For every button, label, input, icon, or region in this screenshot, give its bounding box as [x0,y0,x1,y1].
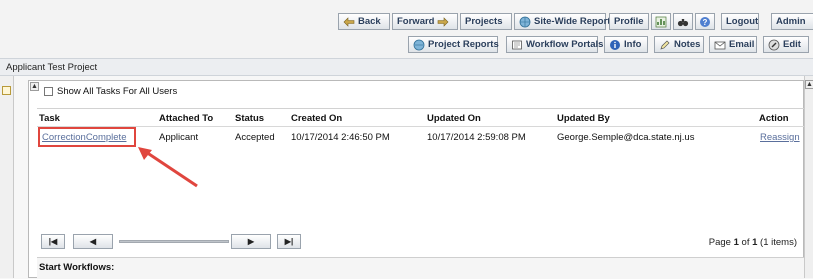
show-all-checkbox[interactable] [44,87,53,96]
task-highlight-box [38,127,136,147]
projects-button[interactable]: Projects [460,13,512,30]
start-workflows-label: Start Workflows: [39,262,115,273]
col-header-created-on[interactable]: Created On [291,113,342,124]
notes-label: Notes [674,39,701,50]
logout-button[interactable]: Logout [721,13,759,30]
next-page-glyph: ▶ [247,237,255,246]
start-workflows-section: Start Workflows: [37,257,805,279]
globe-icon [519,16,531,28]
info-label: Info [624,39,642,50]
binoculars-icon [677,16,689,28]
grid-header-row: Task Attached To Status Created On Updat… [37,109,805,127]
project-reports-label: Project Reports [428,39,499,50]
right-scrollbar[interactable]: ▲ [804,76,813,278]
back-label: Back [358,16,381,27]
updated-on-cell: 10/17/2014 2:59:08 PM [427,132,526,143]
chart-icon [655,16,667,28]
annotation-arrow-icon [138,147,198,188]
back-button[interactable]: Back [338,13,390,30]
prev-page-glyph: ◀ [89,237,97,246]
email-button[interactable]: Email [709,36,757,53]
report-icon [413,39,425,51]
collapse-toggle[interactable] [2,86,11,95]
back-arrow-icon [343,16,355,28]
left-gutter [0,76,14,278]
project-title: Applicant Test Project [6,62,98,73]
pager: |◀ ◀ ▶ ▶| Page 1 of 1 (1 items) [41,231,801,255]
svg-text:?: ? [703,18,708,27]
right-scroll-up-button[interactable]: ▲ [805,80,813,89]
tasks-panel: ▲ Show All Tasks For All Users Task Atta… [28,80,805,279]
project-reports-button[interactable]: Project Reports [408,36,499,53]
email-icon [714,39,726,51]
projects-label: Projects [465,16,503,27]
notes-icon [659,39,671,51]
workflow-portals-label: Workflow Portals [526,39,604,50]
last-page-button[interactable]: ▶| [277,234,301,249]
tasks-grid: Task Attached To Status Created On Updat… [37,108,805,232]
page-prefix: Page [708,237,734,248]
last-page-glyph: ▶| [284,237,294,246]
col-header-updated-on[interactable]: Updated On [427,113,481,124]
col-header-action[interactable]: Action [759,113,789,124]
col-header-attached-to[interactable]: Attached To [159,113,213,124]
info-button[interactable]: Info [604,36,648,53]
forward-button[interactable]: Forward [392,13,458,30]
page-slider[interactable] [119,240,229,243]
edit-icon [768,39,780,51]
info-icon [609,39,621,51]
show-all-label: Show All Tasks For All Users [57,86,178,97]
top-toolbar: Back Forward Projects Site-Wide Reports … [0,0,813,58]
next-page-button[interactable]: ▶ [231,234,271,249]
edit-button[interactable]: Edit [763,36,809,53]
first-page-button[interactable]: |◀ [41,234,65,249]
col-header-updated-by[interactable]: Updated By [557,113,610,124]
page-of: of [738,237,753,248]
notes-button[interactable]: Notes [654,36,704,53]
status-cell: Accepted [235,132,275,143]
site-wide-reports-label: Site-Wide Reports [534,16,616,27]
edit-label: Edit [783,39,801,50]
workflow-portals-button[interactable]: Workflow Portals [506,36,603,53]
updated-by-cell: George.Semple@dca.state.nj.us [557,132,695,143]
site-wide-reports-button[interactable]: Site-Wide Reports [514,13,616,30]
created-on-cell: 10/17/2014 2:46:50 PM [291,132,390,143]
prev-page-button[interactable]: ◀ [73,234,113,249]
first-page-glyph: |◀ [48,237,58,246]
forward-label: Forward [397,16,435,27]
project-header-bar: Applicant Test Project [0,58,813,76]
chart-button[interactable] [651,13,671,30]
col-header-task[interactable]: Task [39,113,60,124]
show-all-tasks-option[interactable]: Show All Tasks For All Users [44,86,177,97]
admin-button[interactable]: Admin [771,13,813,30]
admin-label: Admin [776,16,806,27]
attached-to-cell: Applicant [159,132,199,143]
scroll-up-button[interactable]: ▲ [30,82,39,91]
page-items: (1 items) [757,237,797,248]
reassign-link[interactable]: Reassign [760,132,800,143]
help-button[interactable]: ? [695,13,715,30]
search-binoculars-button[interactable] [673,13,693,30]
profile-button[interactable]: Profile [609,13,649,30]
profile-label: Profile [614,16,644,27]
portal-icon [511,39,523,51]
page-info: Page 1 of 1 (1 items) [709,237,797,248]
help-icon: ? [699,16,711,28]
col-header-status[interactable]: Status [235,113,264,124]
forward-arrow-icon [437,16,449,28]
email-label: Email [729,39,755,50]
logout-label: Logout [726,16,759,27]
